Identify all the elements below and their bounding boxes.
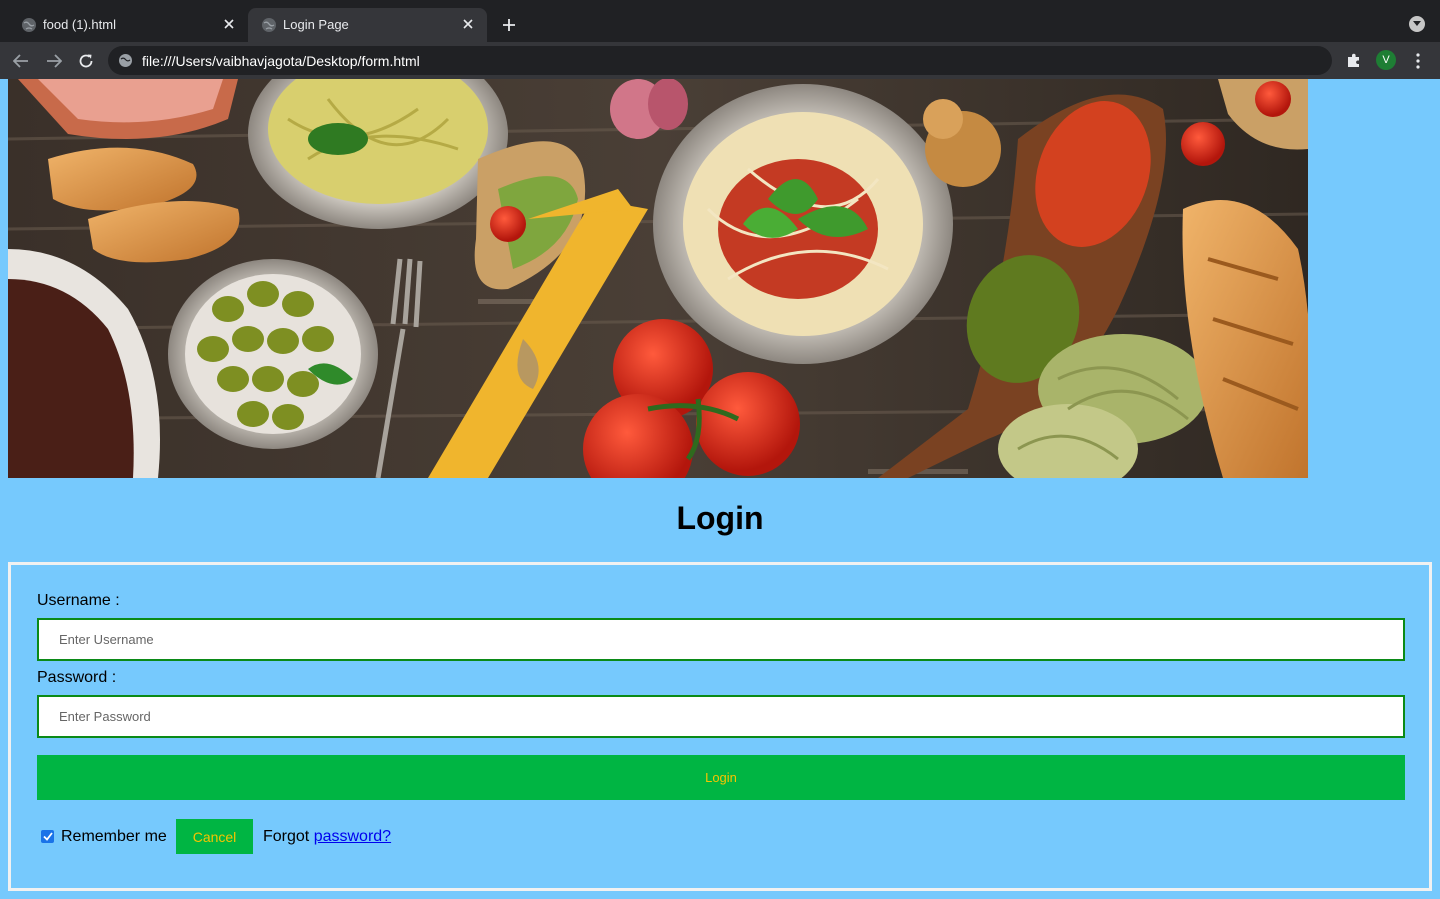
globe-icon xyxy=(22,18,36,32)
back-arrow-icon[interactable] xyxy=(10,50,32,72)
url-text: file:///Users/vaibhavjagota/Desktop/form… xyxy=(142,53,420,69)
food-banner-image xyxy=(8,79,1308,478)
forgot-password-text: Forgot password? xyxy=(263,828,391,846)
tab-food[interactable]: food (1).html xyxy=(8,8,248,42)
food-photo xyxy=(8,79,1308,478)
tab-label: Login Page xyxy=(283,17,349,32)
tab-search-chevron-icon[interactable] xyxy=(1409,16,1425,32)
more-menu-icon[interactable] xyxy=(1409,51,1427,71)
extensions-puzzle-icon[interactable] xyxy=(1344,51,1364,71)
login-button[interactable]: Login xyxy=(37,755,1405,800)
page-title: Login xyxy=(676,500,764,536)
profile-avatar[interactable]: V xyxy=(1376,50,1396,70)
new-tab-plus-icon[interactable] xyxy=(498,14,520,36)
password-input[interactable] xyxy=(37,695,1405,738)
tab-label: food (1).html xyxy=(43,17,116,32)
login-form: Username : Password : Login Remember me … xyxy=(8,562,1432,891)
close-tab-icon[interactable] xyxy=(459,15,477,33)
address-bar[interactable]: file:///Users/vaibhavjagota/Desktop/form… xyxy=(108,46,1332,75)
forgot-password-link[interactable]: password? xyxy=(314,828,391,845)
checkmark-icon xyxy=(42,832,53,841)
browser-toolbar: file:///Users/vaibhavjagota/Desktop/form… xyxy=(0,42,1440,79)
forward-arrow-icon[interactable] xyxy=(43,50,65,72)
browser-tab-strip: food (1).html Login Page xyxy=(0,0,1440,42)
tab-login-page[interactable]: Login Page xyxy=(248,8,487,42)
username-input[interactable] xyxy=(37,618,1405,661)
forgot-prefix: Forgot xyxy=(263,828,310,845)
password-label: Password : xyxy=(37,669,117,686)
close-tab-icon[interactable] xyxy=(220,15,238,33)
reload-icon[interactable] xyxy=(75,50,97,72)
remember-me-label: Remember me xyxy=(61,828,167,845)
remember-me-checkbox[interactable] xyxy=(41,830,54,843)
cancel-button[interactable]: Cancel xyxy=(176,819,253,854)
site-info-globe-icon[interactable] xyxy=(118,53,133,68)
globe-icon xyxy=(262,18,276,32)
username-label: Username : xyxy=(37,592,120,609)
